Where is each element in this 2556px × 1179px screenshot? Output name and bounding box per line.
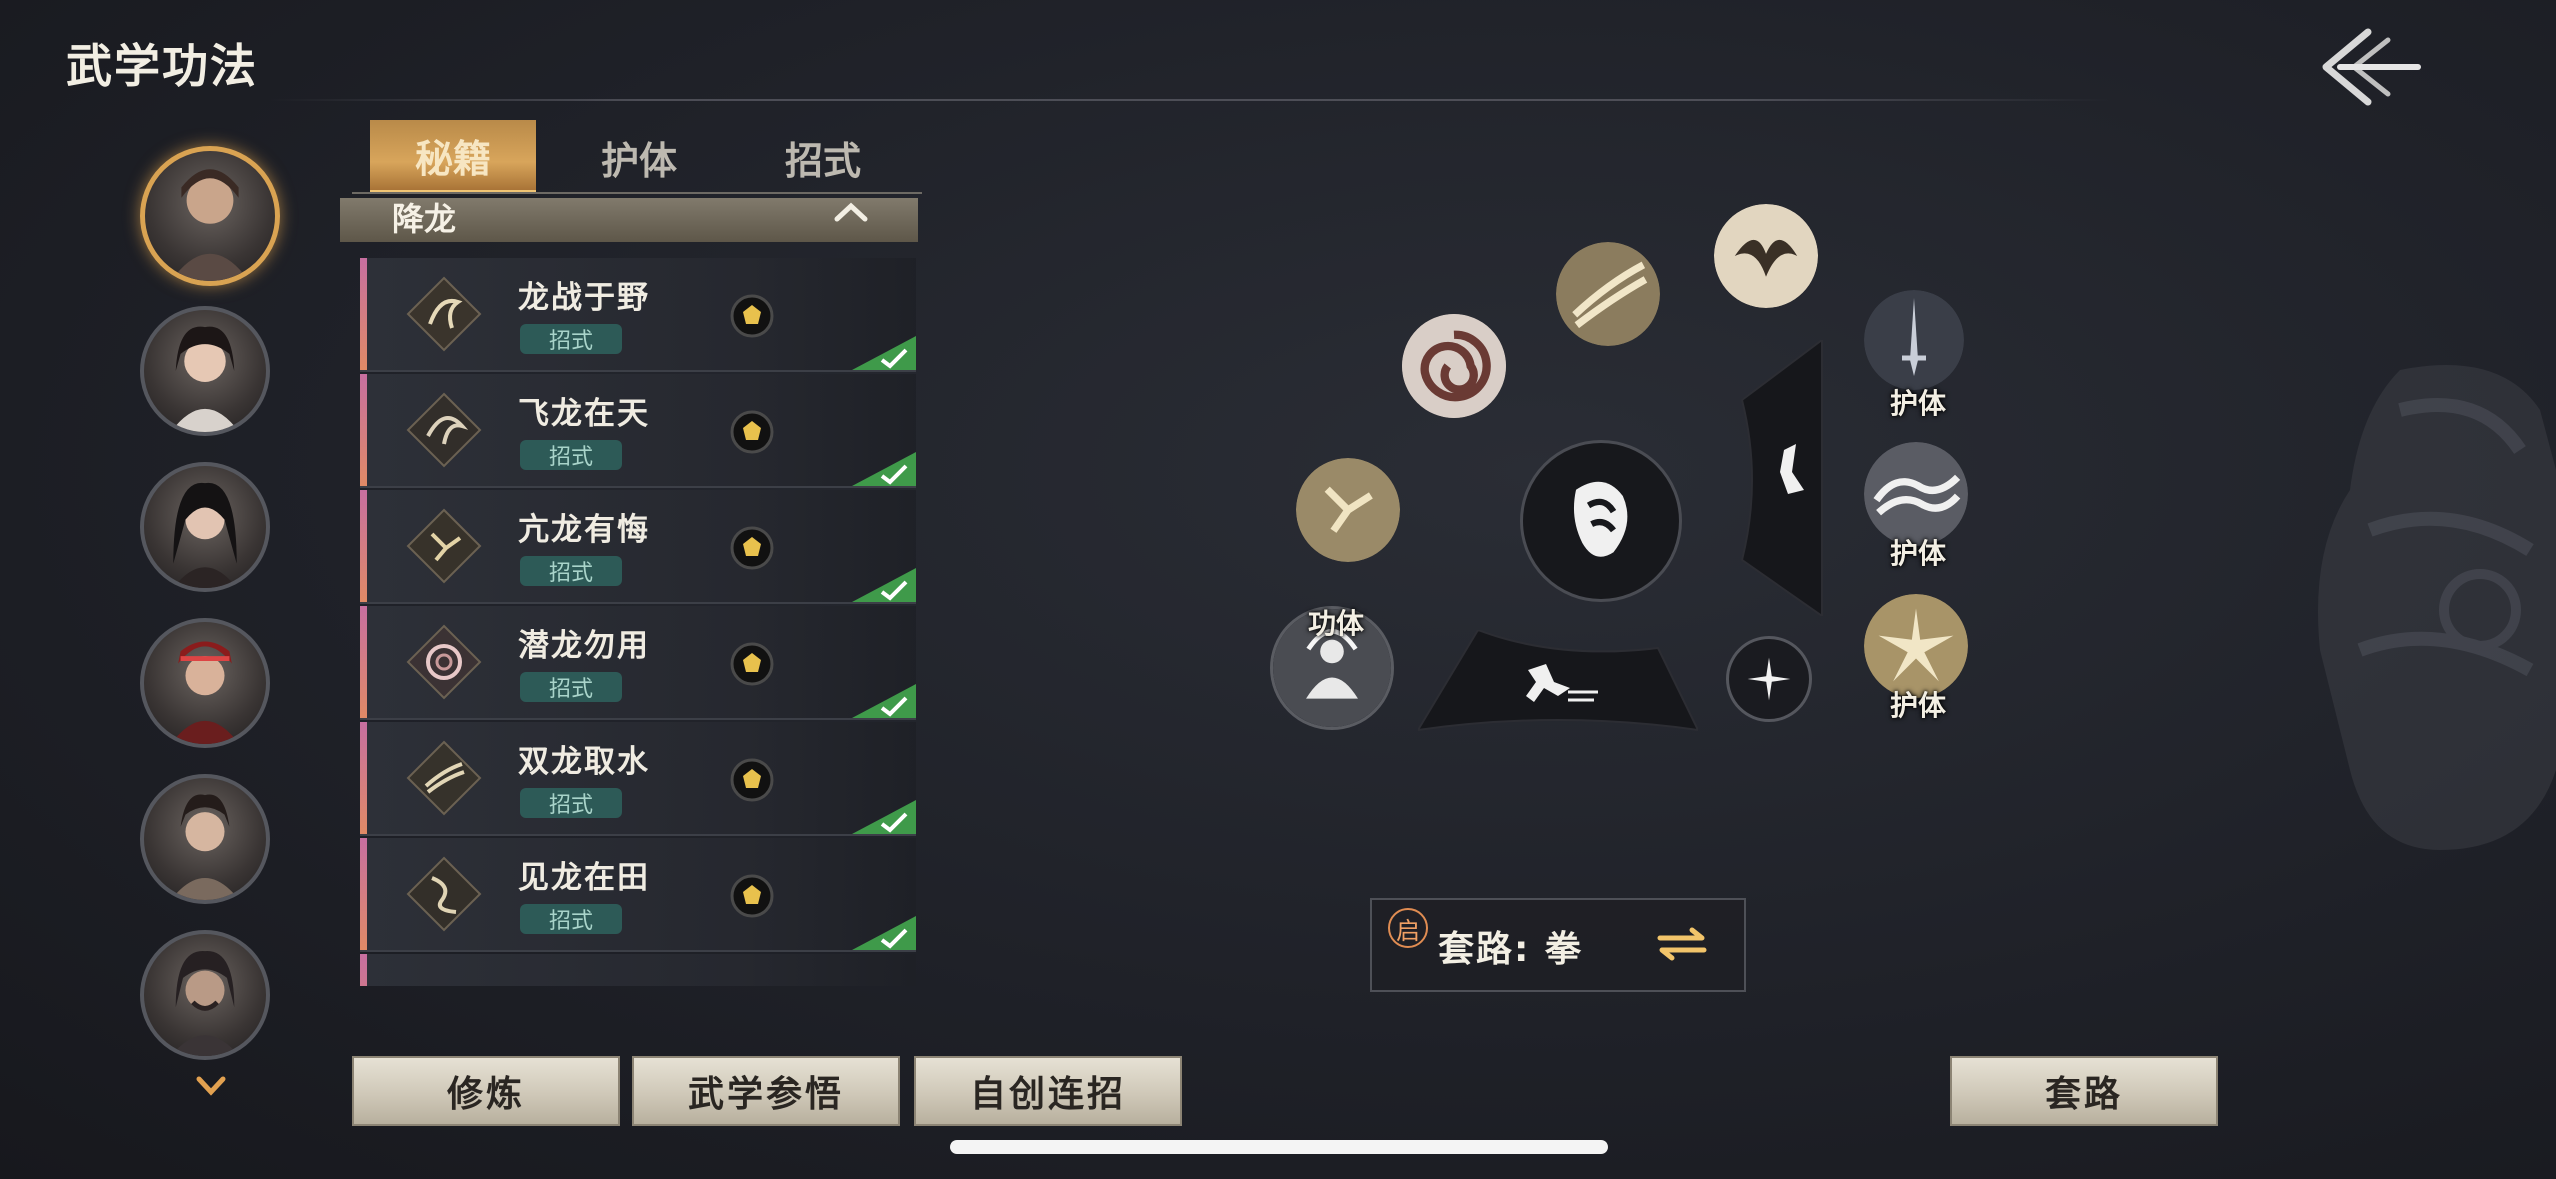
tab-miji[interactable]: 秘籍	[370, 120, 536, 194]
character-avatar-6[interactable]	[140, 930, 270, 1060]
wheel-arc-kick[interactable]	[1722, 340, 1832, 616]
huti-label-1: 护体	[1890, 387, 1947, 420]
qi-badge: 启	[1388, 908, 1428, 948]
gust-icon	[1556, 242, 1660, 346]
skill-row[interactable]: 见龙在田 招式	[360, 838, 916, 952]
portrait-icon	[171, 169, 249, 281]
huti-label-3: 护体	[1890, 689, 1947, 722]
skill-wheel: 护体 护体 护体 功体	[1260, 190, 2020, 770]
skill-name: 亢龙有悔	[518, 512, 650, 548]
taolu-selector[interactable]: 启 套路: 拳	[1370, 898, 1746, 992]
wheel-huti-1[interactable]	[1864, 290, 1964, 390]
skill-type-tag: 招式	[520, 788, 622, 818]
portrait-icon	[173, 482, 237, 588]
wheel-huti-3[interactable]	[1864, 594, 1968, 698]
checkmark-icon	[852, 916, 916, 950]
checkmark-icon	[852, 336, 916, 370]
wheel-skill-gust[interactable]	[1556, 242, 1660, 346]
group-name: 降龙	[392, 200, 457, 238]
skill-name: 龙战于野	[518, 280, 650, 316]
dragon-icon	[1714, 204, 1818, 308]
tab-divider	[352, 192, 922, 194]
skill-row[interactable]: 双龙取水 招式	[360, 722, 916, 836]
portrait-icon	[170, 641, 240, 744]
taolu-text: 套路: 拳	[1438, 929, 1583, 970]
skill-row[interactable]: 龙战于野 招式	[360, 258, 916, 372]
checkmark-icon	[852, 800, 916, 834]
skill-name: 潜龙勿用	[518, 628, 650, 664]
skill-name: 见龙在田	[518, 860, 650, 896]
sword-icon	[1864, 290, 1964, 390]
gold-coin-icon	[730, 758, 774, 802]
chevron-down-icon[interactable]	[196, 1075, 226, 1097]
skill-type-tag: 招式	[520, 904, 622, 934]
fist-icon	[1573, 481, 1628, 557]
skill-row[interactable]: 潜龙勿用 招式	[360, 606, 916, 720]
portrait-icon	[170, 794, 240, 900]
character-avatar-5[interactable]	[140, 774, 270, 904]
chevron-up-icon	[834, 202, 868, 222]
burst-icon	[1864, 594, 1968, 698]
wheel-skill-swirl[interactable]	[1402, 314, 1506, 418]
skill-diamond-icon	[406, 856, 482, 932]
wheel-skill-dragon[interactable]	[1714, 204, 1818, 308]
wheel-huti-2[interactable]	[1864, 442, 1968, 546]
skill-type-tag: 招式	[520, 556, 622, 586]
skill-diamond-icon	[406, 624, 482, 700]
gold-coin-icon	[730, 294, 774, 338]
strike-icon	[1296, 458, 1400, 562]
crosshair-icon	[1747, 657, 1791, 701]
gauntlet-decoration-icon	[2318, 365, 2556, 850]
portrait-icon	[170, 950, 240, 1056]
character-avatar-3[interactable]	[140, 462, 270, 592]
character-avatar-4[interactable]	[140, 618, 270, 748]
checkmark-icon	[852, 684, 916, 718]
gold-coin-icon	[730, 642, 774, 686]
skill-row-partial[interactable]	[360, 954, 916, 986]
tab-zhaoshi[interactable]: 招式	[740, 120, 906, 194]
skill-row[interactable]: 亢龙有悔 招式	[360, 490, 916, 604]
wheel-target-slot[interactable]	[1726, 636, 1812, 722]
wave-icon	[1864, 442, 1968, 546]
skill-type-tag: 招式	[520, 440, 622, 470]
canwu-button[interactable]: 武学参悟	[632, 1056, 900, 1126]
group-header[interactable]: 降龙	[340, 198, 918, 242]
skill-diamond-icon	[406, 392, 482, 468]
skill-list[interactable]: 龙战于野 招式 飞龙在天 招式 亢龙有悔 招式 潜龙勿用 招式 双龙取水 招式 …	[360, 258, 920, 986]
tab-huti[interactable]: 护体	[556, 120, 722, 194]
skill-diamond-icon	[406, 276, 482, 352]
xiulian-button[interactable]: 修炼	[352, 1056, 620, 1126]
page-title: 武学功法	[66, 39, 258, 93]
skill-type-tag: 招式	[520, 324, 622, 354]
header-divider	[270, 99, 2110, 101]
swap-icon[interactable]	[1654, 924, 1710, 964]
home-indicator	[950, 1140, 1608, 1154]
lianzhao-button[interactable]: 自创连招	[914, 1056, 1182, 1126]
back-arrow-icon[interactable]	[2318, 26, 2422, 108]
checkmark-icon	[852, 452, 916, 486]
skill-row[interactable]: 飞龙在天 招式	[360, 374, 916, 488]
gold-coin-icon	[730, 526, 774, 570]
skill-name: 飞龙在天	[518, 396, 650, 432]
checkmark-icon	[852, 568, 916, 602]
gold-coin-icon	[730, 410, 774, 454]
skill-name: 双龙取水	[518, 744, 650, 780]
taolu-button[interactable]: 套路	[1950, 1056, 2218, 1126]
huti-label-2: 护体	[1890, 537, 1947, 570]
character-avatar-2[interactable]	[140, 306, 270, 436]
swirl-icon	[1402, 314, 1506, 418]
wheel-center-fist[interactable]	[1520, 440, 1682, 602]
skill-diamond-icon	[406, 740, 482, 816]
skill-diamond-icon	[406, 508, 482, 584]
gongti-label: 功体	[1308, 607, 1365, 640]
character-avatar-1[interactable]	[140, 146, 280, 286]
gold-coin-icon	[730, 874, 774, 918]
skill-type-tag: 招式	[520, 672, 622, 702]
portrait-icon	[170, 326, 240, 432]
wheel-arc-dash[interactable]	[1418, 630, 1698, 740]
wheel-skill-strike[interactable]	[1296, 458, 1400, 562]
